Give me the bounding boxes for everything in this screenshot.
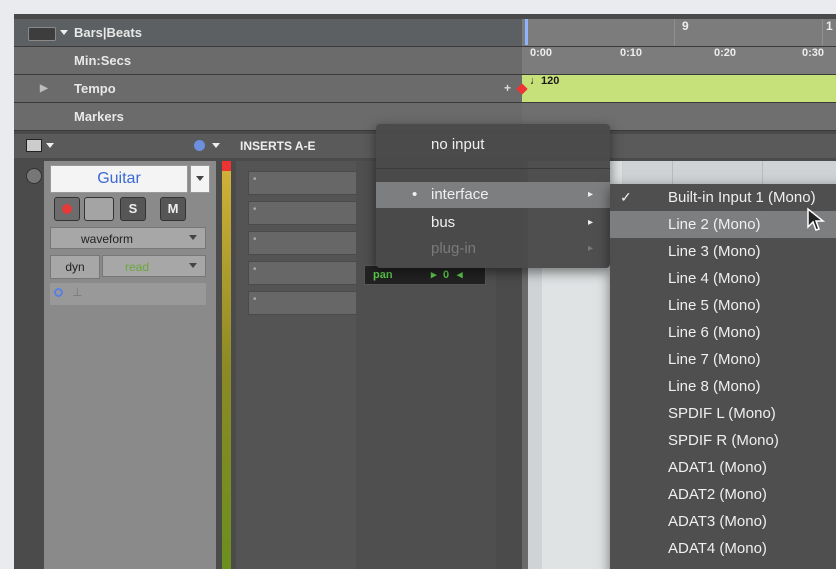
clip-indicator[interactable]	[222, 161, 231, 171]
tempo-ruler[interactable]: ▶ Tempo + ♩120	[14, 75, 836, 103]
submenu-arrow-icon: ▸	[588, 189, 594, 200]
timebase-dropdown-icon[interactable]	[212, 143, 220, 148]
level-meter	[222, 161, 231, 569]
submenu-item-input[interactable]: Line 5 (Mono)	[610, 292, 836, 319]
mute-button[interactable]: M	[160, 197, 186, 221]
record-enable-button[interactable]	[54, 197, 80, 221]
submenu-item-input[interactable]: ADAT2 (Mono)	[610, 481, 836, 508]
add-tempo-icon[interactable]: +	[504, 75, 511, 102]
submenu-item-label: Line 2 (Mono)	[668, 216, 761, 233]
timebase-clock-icon[interactable]	[194, 140, 205, 151]
tempo-disclosure-icon[interactable]: ▶	[40, 75, 48, 102]
pin-icon: ⊥	[72, 285, 83, 299]
submenu-item-input[interactable]: Line 3 (Mono)	[610, 238, 836, 265]
submenu-item-label: Line 6 (Mono)	[668, 324, 761, 341]
solo-button[interactable]: S	[120, 197, 146, 221]
input-selector-menu: no input • interface ▸ bus ▸ plug-in ▸	[376, 124, 610, 268]
pan-label: pan	[373, 269, 393, 281]
track-name-dropdown[interactable]	[190, 165, 210, 193]
menu-separator	[376, 168, 610, 169]
submenu-item-label: Line 5 (Mono)	[668, 297, 761, 314]
submenu-item-input[interactable]: ✓ Built-in Input 1 (Mono)	[610, 184, 836, 211]
time-tick: 0:30	[802, 47, 825, 59]
menu-item-interface[interactable]: • interface ▸	[376, 182, 610, 208]
submenu-item-input[interactable]: ADAT4 (Mono)	[610, 535, 836, 562]
tempo-lane[interactable]: ♩120	[516, 75, 836, 102]
pro-tools-window: Bars|Beats 9 1 Min:Secs 0:00 0:10 0:20 0…	[14, 14, 836, 569]
min-secs-ruler[interactable]: Min:Secs 0:00 0:10 0:20 0:30	[14, 47, 836, 75]
menu-item-bus[interactable]: bus ▸	[376, 210, 610, 236]
submenu-item-input[interactable]: Line 7 (Mono)	[610, 346, 836, 373]
input-monitor-button[interactable]	[84, 197, 114, 221]
bars-beats-lane[interactable]: 9 1	[522, 19, 836, 46]
menu-item-plug-in: plug-in ▸	[376, 236, 610, 262]
timebase-icon[interactable]	[54, 288, 63, 297]
submenu-arrow-icon: ▸	[588, 243, 594, 254]
time-tick: 0:10	[620, 47, 643, 59]
ruler-dropdown-icon[interactable]	[60, 30, 68, 35]
menu-item-no-input[interactable]: no input	[376, 132, 610, 158]
submenu-item-label: Built-in Input 1 (Mono)	[668, 189, 816, 206]
pan-left-arrow-icon[interactable]: ▸	[431, 266, 437, 284]
pan-value: 0	[443, 269, 450, 281]
insert-slot[interactable]	[248, 231, 358, 255]
submenu-arrow-icon: ▸	[588, 217, 594, 228]
markers-label: Markers	[74, 109, 124, 124]
track-guitar: Guitar S M waveform dyn read ⊥	[44, 161, 216, 569]
bar-tick: 9	[682, 19, 689, 33]
tempo-label: Tempo	[74, 81, 116, 96]
time-tick: 0:20	[714, 47, 737, 59]
submenu-item-label: Line 7 (Mono)	[668, 351, 761, 368]
min-secs-label: Min:Secs	[74, 53, 132, 68]
inserts-header: INSERTS A-E	[240, 139, 316, 153]
submenu-item-input[interactable]: ADAT5 (Mono)	[610, 562, 836, 569]
track-list-icon[interactable]	[26, 139, 42, 152]
submenu-item-label: SPDIF R (Mono)	[668, 432, 779, 449]
mouse-cursor-icon	[807, 207, 826, 231]
submenu-item-label: SPDIF L (Mono)	[668, 405, 776, 422]
track-name[interactable]: Guitar	[50, 165, 188, 193]
insert-slot[interactable]	[248, 171, 358, 195]
track-timebase-row: ⊥	[50, 283, 206, 305]
submenu-item-label: ADAT2 (Mono)	[668, 486, 767, 503]
playhead-marker[interactable]	[525, 19, 528, 45]
submenu-item-label: ADAT5 (Mono)	[668, 562, 767, 569]
bars-beats-ruler[interactable]: Bars|Beats 9 1	[14, 19, 836, 47]
submenu-item-input[interactable]: SPDIF R (Mono)	[610, 427, 836, 454]
submenu-item-input[interactable]: Line 8 (Mono)	[610, 373, 836, 400]
submenu-item-label: ADAT1 (Mono)	[668, 459, 767, 476]
submenu-item-label: Line 8 (Mono)	[668, 378, 761, 395]
pan-right-arrow-icon[interactable]: ◂	[457, 266, 463, 284]
ruler-view-icon[interactable]	[28, 27, 56, 41]
track-list-dropdown-icon[interactable]	[46, 143, 54, 148]
selected-bullet-icon: •	[412, 186, 418, 203]
submenu-item-input[interactable]: Line 6 (Mono)	[610, 319, 836, 346]
time-tick: 0:00	[530, 47, 553, 59]
submenu-item-label: ADAT3 (Mono)	[668, 513, 767, 530]
inserts-column	[236, 161, 358, 569]
submenu-item-input[interactable]: ADAT3 (Mono)	[610, 508, 836, 535]
playlist-button[interactable]: dyn	[50, 255, 100, 279]
submenu-item-label: ADAT4 (Mono)	[668, 540, 767, 557]
submenu-item-input[interactable]: SPDIF L (Mono)	[610, 400, 836, 427]
checkmark-icon: ✓	[620, 189, 632, 205]
pan-control[interactable]: pan ▸ 0 ◂	[364, 265, 486, 285]
submenu-item-input[interactable]: ADAT1 (Mono)	[610, 454, 836, 481]
min-secs-lane[interactable]: 0:00 0:10 0:20 0:30	[522, 47, 836, 74]
bars-beats-label: Bars|Beats	[74, 25, 142, 40]
insert-slot[interactable]	[248, 201, 358, 225]
insert-slot[interactable]	[248, 261, 358, 285]
submenu-item-input[interactable]: Line 4 (Mono)	[610, 265, 836, 292]
tempo-value: 120	[541, 75, 560, 87]
submenu-item-label: Line 4 (Mono)	[668, 270, 761, 287]
submenu-item-input[interactable]: Line 2 (Mono)	[610, 211, 836, 238]
track-collapse-icon[interactable]	[26, 168, 42, 184]
bar-tick: 1	[826, 19, 833, 33]
insert-slot[interactable]	[248, 291, 358, 315]
submenu-item-label: Line 3 (Mono)	[668, 243, 761, 260]
track-view-selector[interactable]: waveform	[50, 227, 206, 249]
automation-mode-selector[interactable]: read	[102, 255, 206, 277]
interface-submenu: ✓ Built-in Input 1 (Mono) Line 2 (Mono) Lin…	[610, 184, 836, 569]
